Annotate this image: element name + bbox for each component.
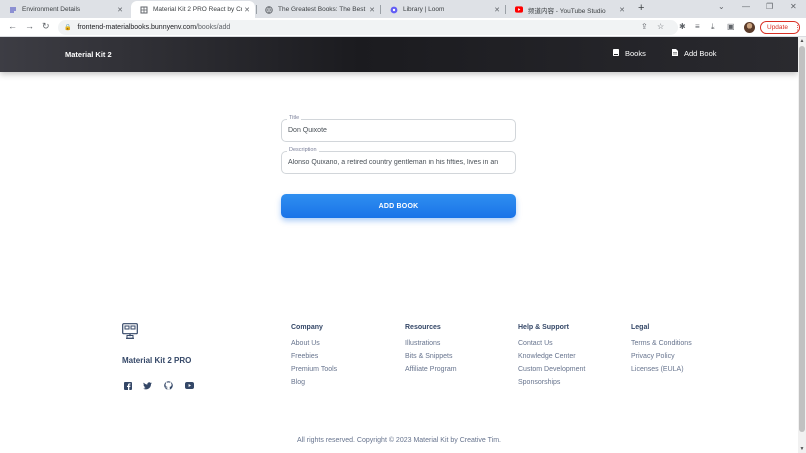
globe-icon [265, 5, 273, 14]
close-icon[interactable]: ✕ [617, 6, 627, 14]
back-icon[interactable]: ← [8, 21, 17, 31]
side-panel-icon[interactable]: ▣ [727, 22, 735, 31]
share-icon[interactable]: ⇪ [641, 22, 648, 31]
footer-column-heading: Legal [631, 324, 650, 331]
close-icon[interactable]: ✕ [115, 6, 125, 14]
url-path: /books/add [196, 24, 231, 31]
tab-divider [256, 5, 257, 14]
material-kit-logo-icon [122, 323, 138, 339]
footer-link[interactable]: Knowledge Center [518, 353, 585, 366]
address-bar[interactable]: 🔒 frontend-materialbooks.bunnyenv.com/bo… [58, 20, 678, 35]
footer-link[interactable]: Sponsorships [518, 379, 585, 392]
scroll-up-icon[interactable]: ▲ [798, 37, 806, 45]
tab-title: Library | Loom [403, 6, 445, 13]
download-icon[interactable]: ⤓ [711, 22, 715, 32]
footer-link[interactable]: Terms & Conditions [631, 340, 692, 353]
restore-icon[interactable]: ❐ [766, 2, 773, 11]
nav-link-label: Add Book [684, 49, 717, 58]
new-tab-icon[interactable]: + [638, 2, 644, 14]
page-scrollbar[interactable]: ▲ ▼ [798, 37, 806, 453]
env-icon [9, 6, 17, 14]
profile-avatar[interactable] [744, 22, 755, 33]
reload-icon[interactable]: ↻ [42, 21, 50, 32]
tab-divider [380, 5, 381, 14]
description-label: Description [287, 147, 319, 153]
tab-divider [505, 5, 506, 14]
title-field[interactable]: Title Don Quixote [281, 115, 516, 142]
footer-link[interactable]: About Us [291, 340, 337, 353]
minimize-icon[interactable]: — [742, 2, 750, 11]
extensions-icon[interactable]: ✱ [679, 22, 686, 31]
reading-list-icon[interactable]: ≡ [695, 22, 700, 31]
footer-column-heading: Resources [405, 324, 441, 331]
facebook-icon[interactable] [123, 381, 132, 390]
footer-column-legal: Legal Terms & Conditions Privacy Policy … [631, 324, 692, 379]
twitter-icon[interactable] [143, 381, 152, 390]
tab-title: Material Kit 2 PRO React by Crea [153, 6, 242, 13]
description-field[interactable]: Description Alonso Quixano, a retired co… [281, 147, 516, 174]
chevron-down-icon[interactable]: ⌄ [718, 2, 725, 11]
tab-title: Environment Details [22, 6, 81, 13]
close-icon[interactable]: ✕ [242, 6, 252, 14]
title-label: Title [287, 115, 302, 121]
lock-icon: 🔒 [64, 25, 72, 31]
github-icon[interactable] [164, 381, 173, 390]
close-icon[interactable]: ✕ [367, 6, 377, 14]
footer-column-help-support: Help & Support Contact Us Knowledge Cent… [518, 324, 585, 392]
browser-toolbar: ← → ↻ 🔒 frontend-materialbooks.bunnyenv.… [0, 18, 806, 37]
youtube-icon[interactable] [185, 381, 194, 390]
tab-loom-library[interactable]: Library | Loom ✕ [381, 1, 505, 18]
update-button[interactable]: Update ⋮ [760, 21, 801, 34]
footer-column-heading: Company [291, 324, 323, 331]
scroll-down-icon[interactable]: ▼ [798, 445, 806, 453]
tab-title: The Greatest Books: The Best Bo [278, 6, 367, 13]
page-viewport: Material Kit 2 Books Add Book Title Don … [0, 37, 798, 453]
description-input[interactable]: Alonso Quixano, a retired country gentle… [288, 159, 512, 166]
bookmark-star-icon[interactable]: ☆ [657, 22, 664, 31]
footer-brand: Material Kit 2 PRO [122, 356, 192, 365]
copyright-text: All rights reserved. Copyright © 2023 Ma… [297, 437, 501, 444]
footer-link[interactable]: Contact Us [518, 340, 585, 353]
site-navbar: Material Kit 2 Books Add Book [0, 37, 798, 72]
tab-greatest-books[interactable]: The Greatest Books: The Best Bo ✕ [256, 1, 380, 18]
footer-link[interactable]: Premium Tools [291, 366, 337, 379]
footer-link[interactable]: Custom Development [518, 366, 585, 379]
tab-youtube-studio[interactable]: 频道内容 - YouTube Studio ✕ [506, 1, 630, 18]
title-input[interactable]: Don Quixote [288, 127, 512, 134]
scrollbar-thumb[interactable] [799, 46, 805, 432]
footer-link[interactable]: Licenses (EULA) [631, 366, 692, 379]
tab-environment-details[interactable]: Environment Details ✕ [0, 1, 128, 18]
nav-link-add-book[interactable]: Add Book [672, 49, 717, 58]
update-label: Update [767, 24, 788, 31]
material-kit-icon [140, 6, 148, 14]
close-icon[interactable]: ✕ [492, 6, 502, 14]
footer-link[interactable]: Freebies [291, 353, 337, 366]
add-book-form: Title Don Quixote Description Alonso Qui… [281, 115, 516, 218]
book-icon [613, 49, 619, 58]
add-book-button[interactable]: ADD BOOK [281, 194, 516, 218]
document-icon [672, 49, 678, 58]
navbar-brand[interactable]: Material Kit 2 [65, 50, 112, 59]
footer-link[interactable]: Privacy Policy [631, 353, 692, 366]
footer-column-company: Company About Us Freebies Premium Tools … [291, 324, 337, 392]
footer-link[interactable]: Affiliate Program [405, 366, 457, 379]
browser-tabstrip: Environment Details ✕ Material Kit 2 PRO… [0, 0, 806, 18]
footer-link[interactable]: Illustrations [405, 340, 457, 353]
tab-material-kit[interactable]: Material Kit 2 PRO React by Crea ✕ [131, 1, 255, 18]
youtube-icon [515, 6, 523, 14]
footer-link[interactable]: Blog [291, 379, 337, 392]
url-host: frontend-materialbooks.bunnyenv.com [77, 24, 197, 31]
nav-link-label: Books [625, 49, 646, 58]
forward-icon[interactable]: → [25, 21, 34, 31]
footer-column-heading: Help & Support [518, 324, 569, 331]
tab-title: 频道内容 - YouTube Studio [528, 7, 606, 15]
nav-link-books[interactable]: Books [613, 49, 646, 58]
more-icon: ⋮ [793, 24, 801, 32]
loom-icon [390, 6, 398, 14]
footer-column-resources: Resources Illustrations Bits & Snippets … [405, 324, 457, 379]
footer-link[interactable]: Bits & Snippets [405, 353, 457, 366]
window-close-icon[interactable]: ✕ [790, 2, 797, 11]
